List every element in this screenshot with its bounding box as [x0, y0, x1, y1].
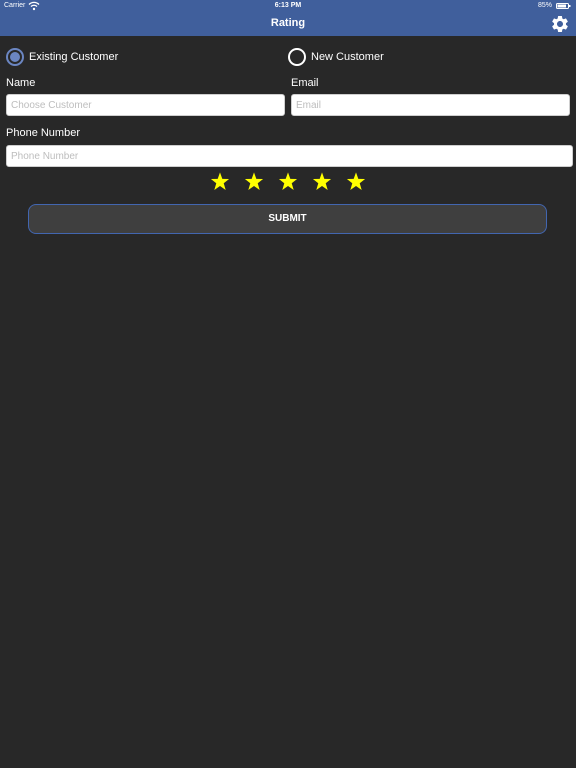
phone-input[interactable] — [6, 145, 573, 167]
battery-icon — [556, 3, 571, 9]
star-icon[interactable] — [312, 172, 332, 191]
new-customer-label: New Customer — [311, 51, 384, 63]
battery-percentage: 85% — [537, 2, 552, 9]
existing-customer-radio[interactable]: Existing Customer — [6, 48, 118, 66]
radio-selected-icon — [6, 48, 24, 66]
page-title: Rating — [270, 17, 306, 29]
existing-customer-label: Existing Customer — [29, 51, 119, 63]
email-input[interactable] — [291, 94, 570, 116]
gear-icon[interactable] — [550, 14, 570, 34]
star-icon[interactable] — [346, 172, 366, 191]
email-label: Email — [291, 77, 319, 89]
status-time: 6:13 PM — [274, 2, 302, 9]
star-rating — [0, 172, 576, 192]
star-icon[interactable] — [278, 172, 298, 191]
phone-label: Phone Number — [6, 127, 80, 139]
submit-button[interactable]: SUBMIT — [28, 204, 547, 234]
navigation-bar: Carrier 6:13 PM 85% Rating — [0, 0, 576, 36]
radio-unselected-icon — [288, 48, 306, 66]
name-input[interactable] — [6, 94, 285, 116]
new-customer-radio[interactable]: New Customer — [288, 48, 384, 66]
star-icon[interactable] — [210, 172, 230, 191]
name-label: Name — [6, 77, 36, 89]
star-icon[interactable] — [244, 172, 264, 191]
